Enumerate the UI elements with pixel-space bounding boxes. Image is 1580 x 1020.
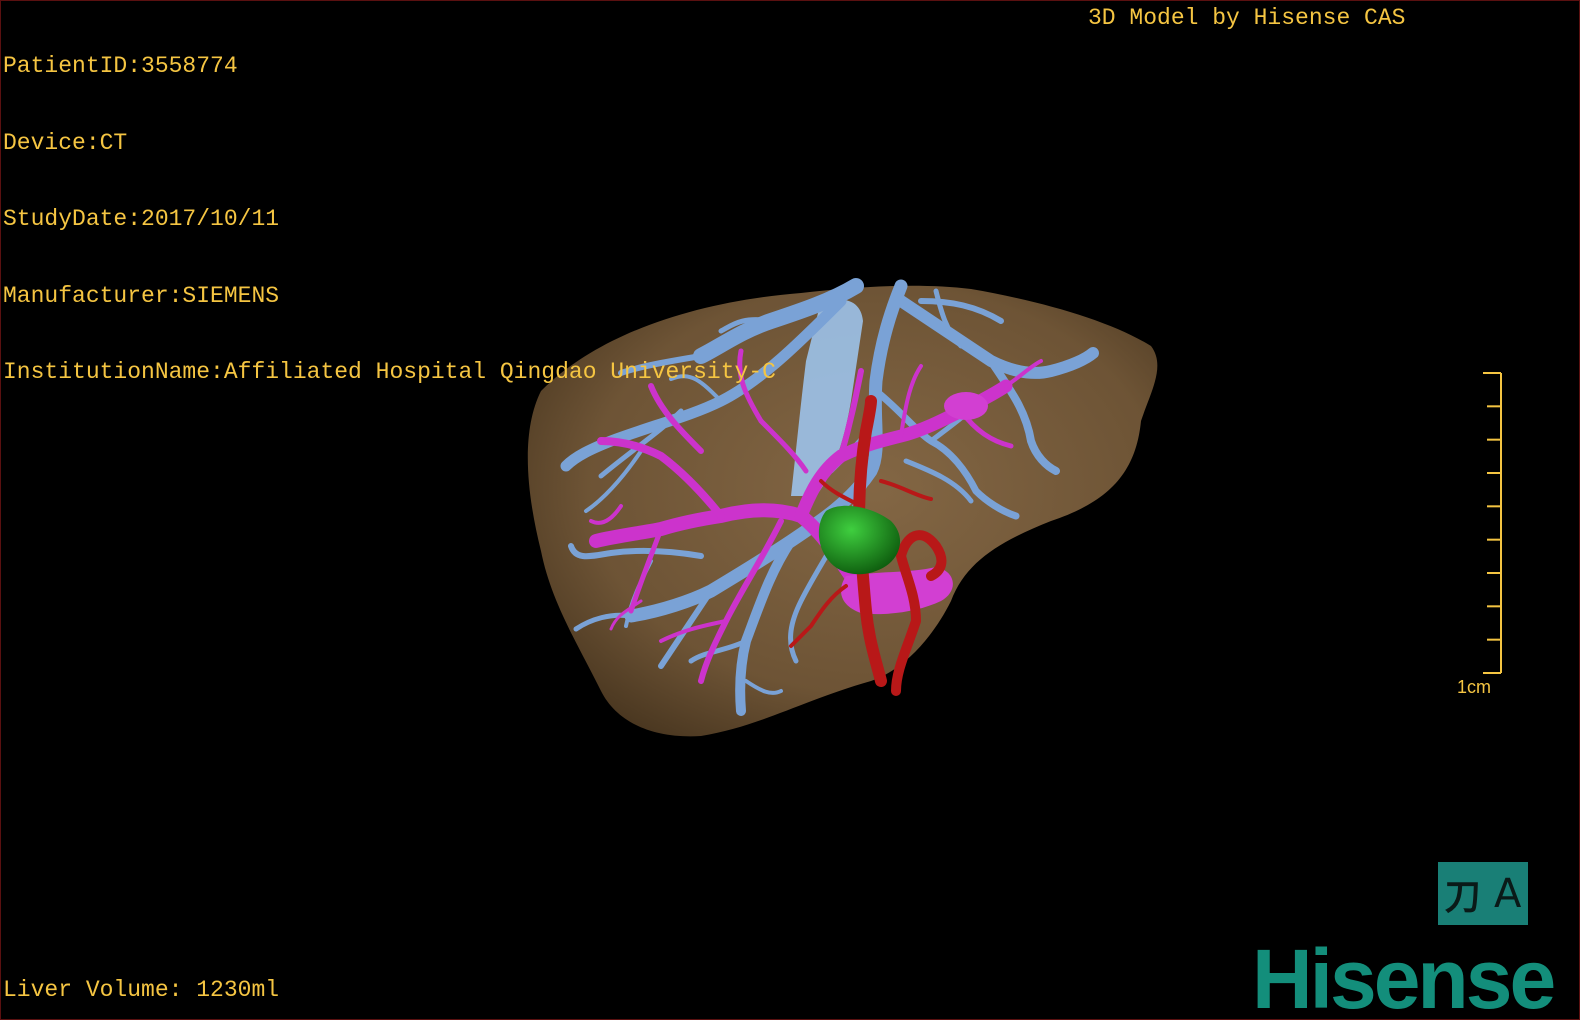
portal-bulge [944,392,988,420]
hisense-logo: Hisense [1252,932,1556,1020]
dicom-info-overlay: PatientID:3558774 Device:CT StudyDate:20… [3,3,776,437]
knife-glyph-icon: 刀 [1444,876,1481,918]
cut-annotate-tool-button[interactable]: 刀 A [1438,862,1528,925]
liver-volume-text: Liver Volume: 1230ml [3,977,280,1003]
scale-bar [1483,372,1502,674]
annotation-glyph-icon: A [1493,870,1522,917]
device-text: Device:CT [3,129,128,156]
patient-id-text: PatientID:3558774 [3,53,238,79]
study-date-text: StudyDate:2017/10/11 [3,206,280,232]
institution-text: InstitutionName:Affiliated Hospital Qing… [3,359,776,385]
scale-bar-label: 1cm [1457,677,1492,697]
manufacturer-text: Manufacturer:SIEMENS [3,282,280,309]
model-credit-text: 3D Model by Hisense CAS [1088,5,1406,31]
viewer-frame[interactable]: PatientID:3558774 Device:CT StudyDate:20… [0,0,1580,1020]
